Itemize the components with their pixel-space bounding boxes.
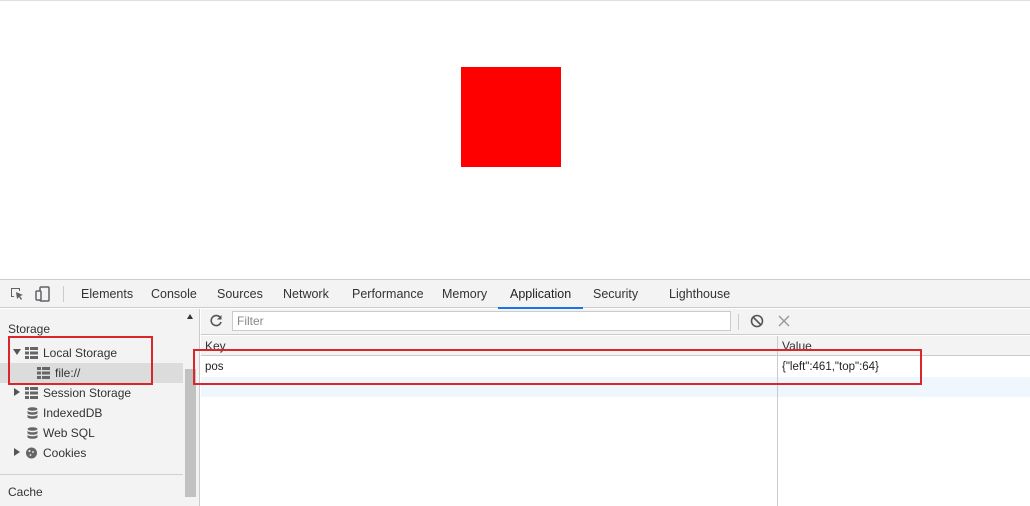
- sidebar-item-label: Cookies: [43, 446, 87, 460]
- expand-arrow-icon[interactable]: [14, 388, 20, 396]
- table-header: Key Value: [201, 336, 1030, 356]
- sidebar-item-cookies[interactable]: Cookies: [0, 443, 183, 463]
- sidebar-item-session-storage[interactable]: Session Storage: [0, 383, 183, 403]
- tab-network[interactable]: Network: [281, 280, 331, 308]
- grid-icon: [37, 367, 50, 379]
- expand-arrow-icon[interactable]: [13, 349, 21, 355]
- sidebar-item-label: file://: [55, 366, 81, 380]
- tab-application[interactable]: Application: [497, 280, 584, 309]
- sidebar-item-local-storage[interactable]: Local Storage: [0, 343, 183, 363]
- refresh-icon[interactable]: [209, 314, 223, 328]
- application-sidebar: Storage Local Storage file:// Session St…: [0, 309, 200, 506]
- grid-icon: [25, 387, 38, 399]
- delete-selected-icon[interactable]: [777, 314, 791, 328]
- expand-arrow-icon[interactable]: [14, 448, 20, 456]
- column-header-value[interactable]: Value: [782, 339, 812, 353]
- storage-toolbar: [201, 309, 1030, 335]
- toolbar-separator: [738, 314, 739, 330]
- column-divider[interactable]: [777, 336, 778, 506]
- grid-icon: [25, 347, 38, 359]
- tab-security[interactable]: Security: [591, 280, 640, 308]
- tabbar-separator: [63, 286, 64, 302]
- row-key[interactable]: pos: [205, 361, 224, 373]
- sidebar-item-label: Web SQL: [43, 426, 95, 440]
- sidebar-item-web-sql[interactable]: Web SQL: [0, 423, 183, 443]
- web-page-viewport: [0, 0, 1030, 279]
- cache-heading: Cache: [8, 485, 43, 499]
- sidebar-item-file-origin[interactable]: file://: [0, 363, 183, 383]
- sidebar-item-indexeddb[interactable]: IndexedDB: [0, 403, 183, 423]
- devtools-panel: Elements Console Sources Network Perform…: [0, 279, 1030, 506]
- device-toolbar-icon[interactable]: [35, 286, 51, 302]
- storage-heading: Storage: [8, 322, 51, 336]
- column-header-key[interactable]: Key: [205, 339, 226, 353]
- table-row-empty[interactable]: [201, 377, 1030, 397]
- tab-sources[interactable]: Sources: [215, 280, 265, 308]
- sidebar-item-label: Session Storage: [43, 386, 132, 400]
- draggable-red-box[interactable]: [461, 67, 561, 167]
- tab-memory[interactable]: Memory: [440, 280, 489, 308]
- clear-all-icon[interactable]: [750, 314, 764, 328]
- tab-elements[interactable]: Elements: [79, 280, 135, 308]
- sidebar-item-label: Local Storage: [43, 346, 118, 360]
- sidebar-item-label: IndexedDB: [43, 406, 103, 420]
- sidebar-divider: [0, 474, 183, 475]
- database-icon: [27, 427, 38, 439]
- sidebar-scroll-thumb[interactable]: [185, 369, 196, 497]
- tab-console[interactable]: Console: [149, 280, 199, 308]
- tab-lighthouse[interactable]: Lighthouse: [667, 280, 732, 308]
- devtools-tabbar: Elements Console Sources Network Perform…: [0, 280, 1030, 309]
- inspect-element-icon[interactable]: [9, 286, 25, 302]
- database-icon: [27, 407, 38, 419]
- tab-performance[interactable]: Performance: [350, 280, 426, 308]
- scroll-up-arrow-icon[interactable]: [187, 314, 193, 319]
- row-value[interactable]: {"left":461,"top":64}: [782, 361, 879, 373]
- filter-input[interactable]: [232, 311, 731, 331]
- table-row[interactable]: pos {"left":461,"top":64}: [201, 357, 1030, 377]
- cookie-icon: [26, 447, 37, 459]
- storage-content: Key Value pos {"left":461,"top":64}: [201, 309, 1030, 506]
